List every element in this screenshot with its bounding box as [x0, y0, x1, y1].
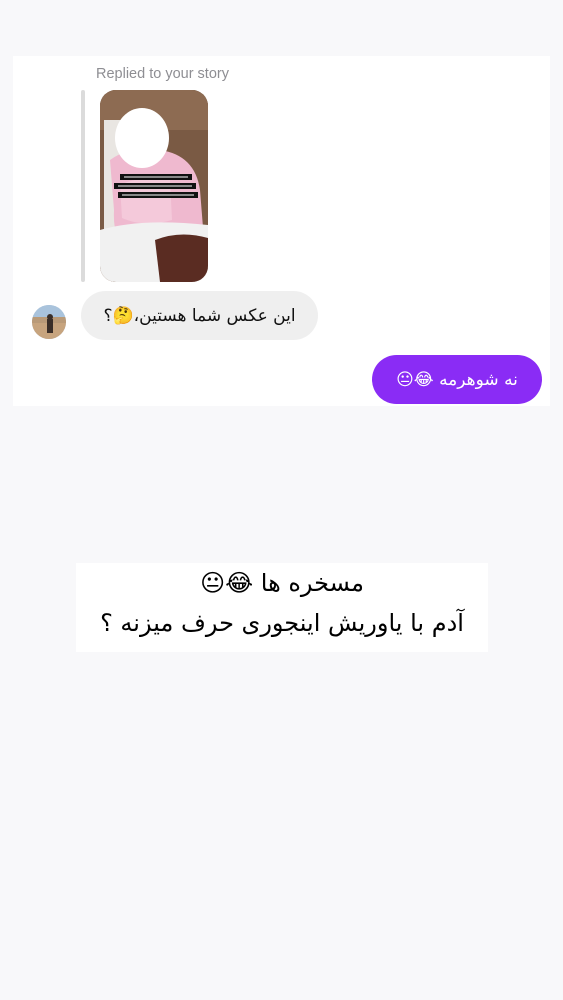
dm-conversation-card: Replied to your story این عکس شما هستین،… [13, 56, 550, 406]
overlay-caption: مسخره ها 😂😐 آدم با یاوریش اینجوری حرف می… [76, 563, 488, 652]
caption-line-2: آدم با یاوریش اینجوری حرف میزنه ؟ [100, 609, 464, 637]
story-thumbnail[interactable] [100, 90, 208, 282]
reply-quote-bar [81, 90, 85, 282]
caption-line-1: مسخره ها 😂😐 [200, 569, 364, 597]
story-image [100, 90, 208, 282]
sender-avatar[interactable] [32, 305, 66, 339]
avatar-image [32, 305, 66, 339]
incoming-message-bubble[interactable]: این عکس شما هستین،🤔؟ [81, 291, 318, 340]
incoming-message-text: این عکس شما هستین،🤔؟ [103, 305, 296, 326]
replied-to-story-label: Replied to your story [96, 66, 229, 82]
outgoing-message-text: نه شوهرمه 😂😐 [396, 369, 518, 390]
outgoing-message-bubble[interactable]: نه شوهرمه 😂😐 [372, 355, 542, 404]
